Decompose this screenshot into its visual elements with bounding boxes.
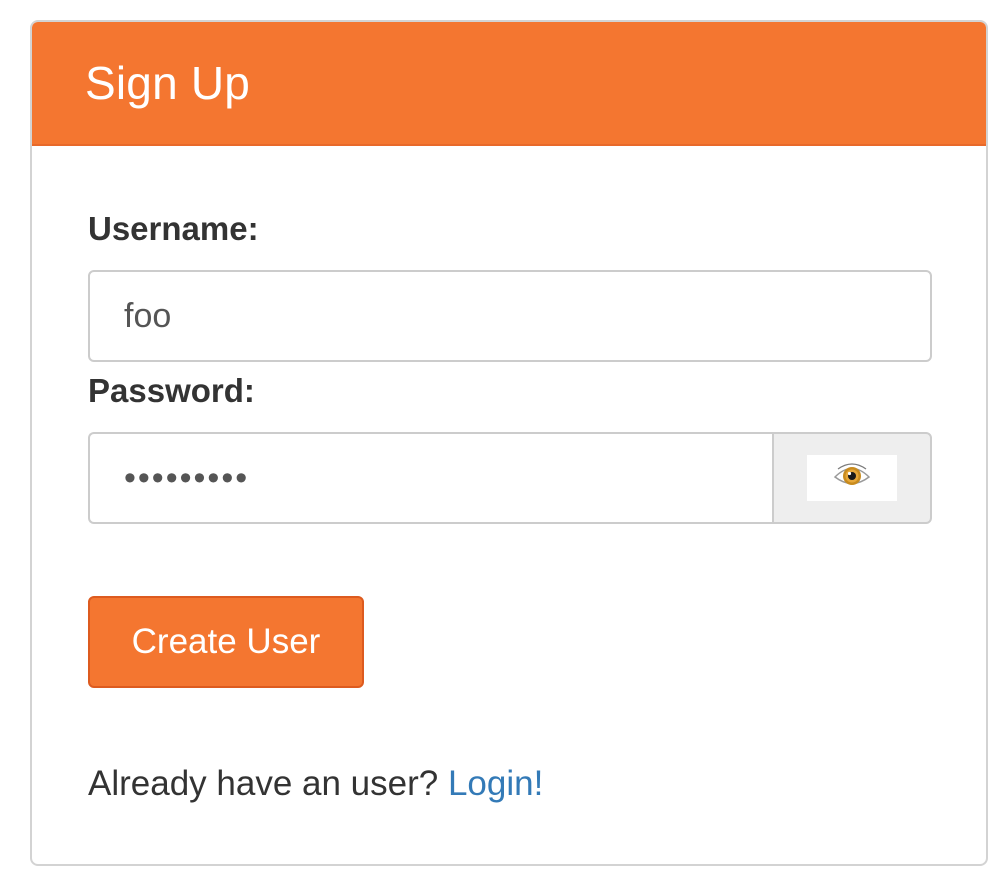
- username-input[interactable]: [88, 270, 932, 362]
- login-prompt: Already have an user? Login!: [88, 764, 543, 804]
- panel-header: Sign Up: [32, 22, 986, 146]
- login-prompt-text: Already have an user?: [88, 764, 439, 803]
- username-label: Username:: [88, 210, 259, 247]
- eye-icon: [832, 460, 872, 497]
- password-group: [88, 432, 932, 524]
- eye-icon-frame: [807, 455, 897, 501]
- page-title: Sign Up: [85, 57, 251, 109]
- login-link[interactable]: Login!: [448, 764, 543, 803]
- signup-panel: Sign Up Username: Password:: [30, 20, 988, 866]
- password-label: Password:: [88, 372, 255, 409]
- create-user-button[interactable]: Create User: [88, 596, 364, 688]
- password-input[interactable]: [88, 432, 772, 524]
- show-password-button[interactable]: [772, 432, 932, 524]
